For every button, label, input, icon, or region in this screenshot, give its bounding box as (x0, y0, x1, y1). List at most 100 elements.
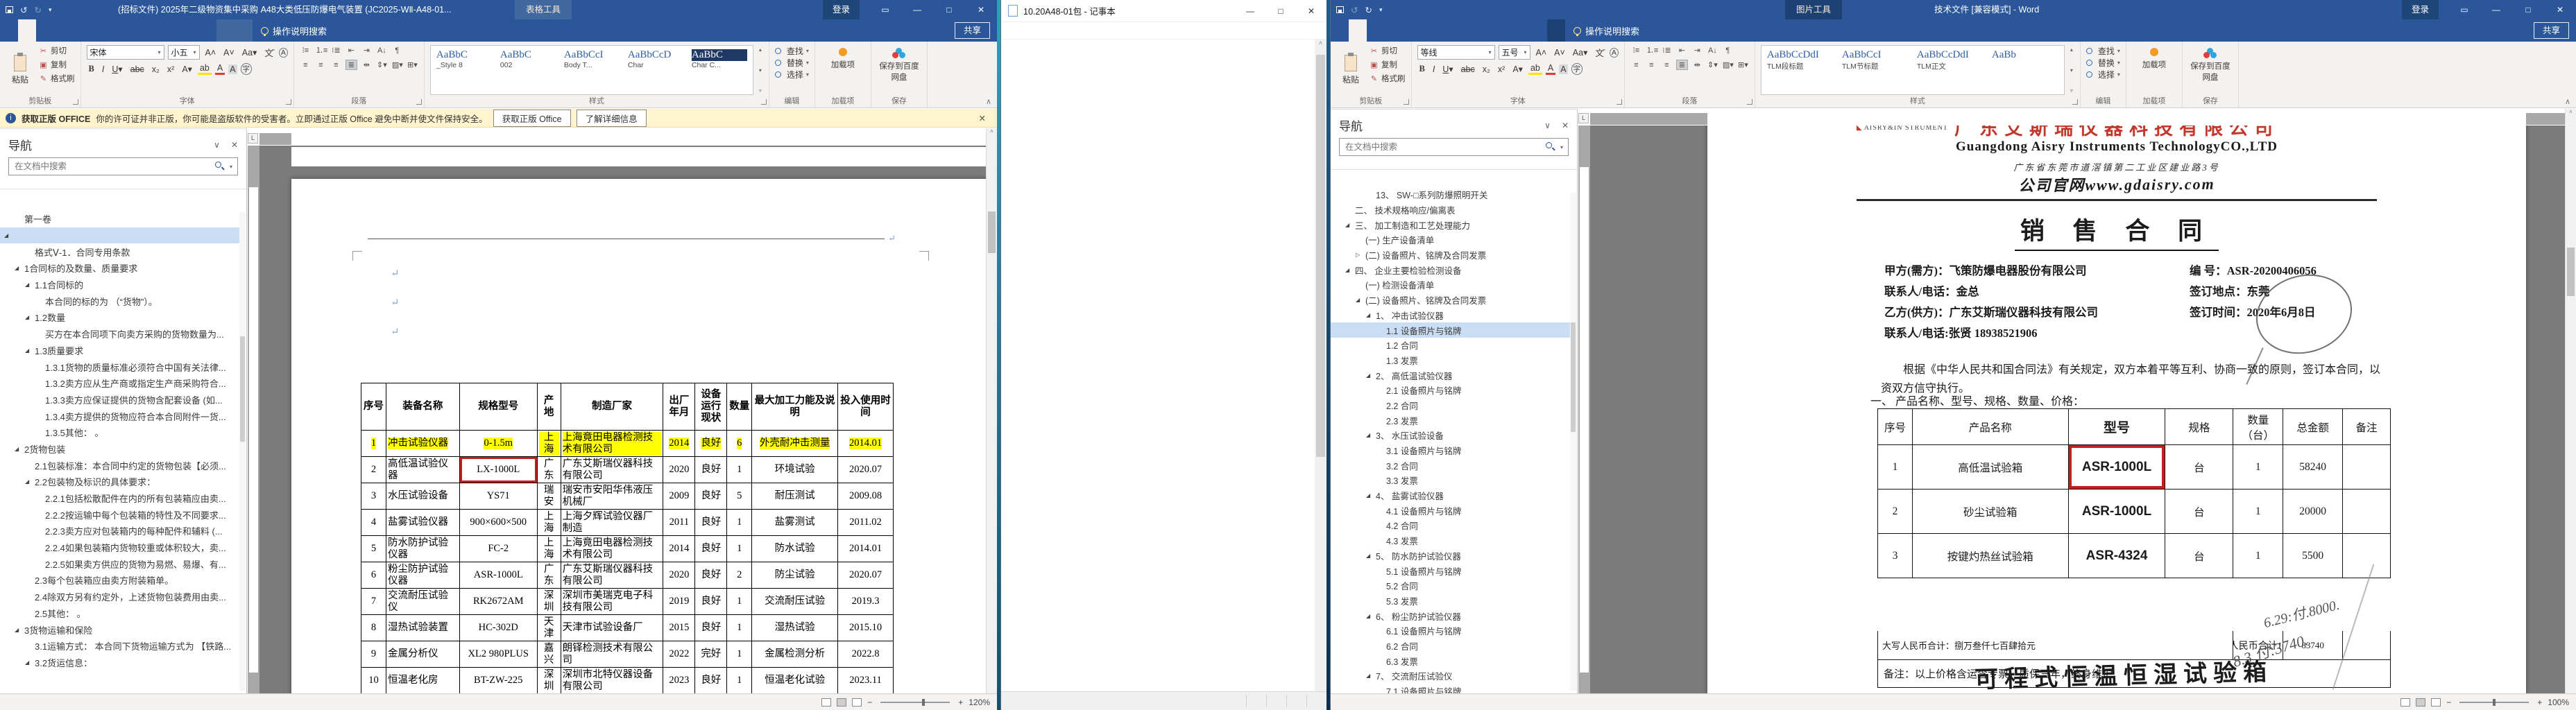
enclose-characters-button[interactable]: 字 (1571, 63, 1583, 75)
web-layout-icon[interactable] (2431, 698, 2441, 707)
ribbon-tab[interactable] (234, 19, 253, 42)
expand-collapse-icon[interactable]: ◢ (1366, 553, 1376, 559)
copy-button[interactable]: ▣ 复制 (39, 59, 75, 70)
minimize-icon[interactable]: — (1235, 0, 1265, 22)
nav-heading-item[interactable]: 1.3.3卖方应保证提供的货物含配套设备 (如... (0, 392, 239, 408)
dialog-launcher-icon[interactable] (72, 99, 78, 105)
nav-heading-item[interactable]: 2.2.4如果包装箱内货物较重或体积较大，卖... (0, 539, 239, 556)
sort-icon[interactable]: A↓ (376, 45, 388, 55)
expand-collapse-icon[interactable]: ◢ (25, 282, 35, 288)
nav-heading-item[interactable]: 1.3.2卖方应从生产商或指定生产商采购符合... (0, 375, 239, 392)
style-chip[interactable]: AaBbCcI Body T... (561, 48, 622, 92)
nav-heading-item[interactable]: 6.3 发票 (1331, 653, 1570, 668)
nav-heading-item[interactable]: ◢ 2.2包装物及标识的具体要求： (0, 474, 239, 490)
expand-collapse-icon[interactable]: ◢ (1366, 372, 1376, 379)
style-chip[interactable]: AaBbCcD Char (625, 48, 686, 92)
nav-heading-item[interactable]: ◢ 3、 水压试验设备 (1331, 428, 1570, 443)
nav-heading-item[interactable]: ◢ 1.1合同标的 (0, 277, 239, 293)
ribbon-tab[interactable] (108, 19, 126, 42)
nav-heading-item[interactable]: (一) 检测设备清单 (1331, 277, 1570, 293)
search-options-icon[interactable]: ▾ (230, 164, 232, 170)
chevron-down-icon[interactable]: ∨ (1544, 121, 1551, 130)
text-effects-button[interactable]: A▾ (1510, 64, 1525, 74)
expand-collapse-icon[interactable]: ◢ (25, 659, 35, 666)
nav-heading-item[interactable]: 2.1包装标准：本合同中约定的货物包装【必须... (0, 457, 239, 474)
justify-icon[interactable]: ≣ (1675, 60, 1688, 70)
print-layout-icon[interactable] (2416, 698, 2426, 707)
nav-heading-item[interactable]: ◢ 2、 高低温试验仪器 (1331, 367, 1570, 383)
style-chip[interactable]: AaBbC Char C... (689, 48, 750, 92)
style-chip[interactable]: AaBbC 002 (497, 48, 558, 92)
nav-heading-item[interactable]: ◢ 4、 盐雾试验仪器 (1331, 488, 1570, 503)
ribbon-tab[interactable] (0, 19, 18, 42)
read-mode-icon[interactable] (2400, 698, 2411, 707)
align-right-icon[interactable]: ≡ (1661, 60, 1673, 70)
paste-button[interactable]: 粘贴 (6, 45, 35, 95)
font-size-combo[interactable]: 五号 ▾ (1498, 45, 1530, 60)
nav-heading-item[interactable]: 7.1 设备照片与铭牌 (1331, 684, 1570, 693)
expand-collapse-icon[interactable]: ◢ (1366, 312, 1376, 318)
minimize-icon[interactable]: — (2480, 0, 2512, 19)
nav-heading-item[interactable]: 2.2.1包括松散配件在内的所有包装箱应由卖... (0, 490, 239, 507)
nav-heading-item[interactable]: 5.2 合同 (1331, 578, 1570, 594)
tab-stop-selector[interactable]: L (248, 133, 258, 144)
decrease-indent-icon[interactable]: ⇤ (346, 45, 357, 55)
maximize-icon[interactable]: □ (1265, 0, 1296, 22)
italic-button[interactable]: I (1431, 64, 1437, 74)
get-genuine-office-button[interactable]: 获取正版 Office (493, 109, 571, 127)
font-size-combo[interactable]: 小五 ▾ (167, 45, 200, 60)
font-color-button[interactable]: A (1545, 63, 1556, 75)
expand-collapse-icon[interactable]: ▷ (1356, 252, 1365, 258)
text-effects-button[interactable]: A▾ (180, 64, 194, 74)
ribbon-tab[interactable] (1349, 19, 1367, 42)
expand-collapse-icon[interactable]: ◢ (1366, 613, 1376, 619)
style-chip[interactable]: AaBbC _Style 8 (434, 48, 495, 92)
expand-collapse-icon[interactable]: ◢ (1366, 492, 1376, 499)
ribbon-tab[interactable] (72, 19, 90, 42)
close-icon[interactable]: ✕ (1296, 0, 1327, 22)
ribbon-tab[interactable] (54, 19, 72, 42)
phonetic-guide-button[interactable]: 文̄ (262, 46, 275, 59)
strikethrough-button[interactable]: abc (128, 64, 146, 74)
style-chip[interactable]: AaBbCcI TLM节标题 (1839, 48, 1911, 92)
shading-icon[interactable]: ▨▾ (391, 60, 403, 70)
notepad-text-area[interactable] (1001, 40, 1315, 691)
underline-button[interactable]: U▾ (1440, 64, 1455, 74)
save-to-pan-button[interactable]: 保存到百度网盘 (877, 45, 921, 95)
nav-heading-item[interactable]: (一) 生产设备清单 (1331, 232, 1570, 248)
share-button[interactable]: 共享 (2533, 22, 2569, 39)
nav-heading-item[interactable]: 3.1运输方式： 本合同下货物运输方式为 【铁路... (0, 638, 239, 655)
copy-button[interactable]: ▣ 复制 (1370, 59, 1406, 70)
close-warning-icon[interactable]: ✕ (973, 113, 991, 123)
expand-collapse-icon[interactable]: ◢ (25, 314, 35, 320)
collapse-ribbon-icon[interactable]: ∧ (2565, 97, 2570, 106)
cut-button[interactable]: ✂ 剪切 (39, 45, 75, 56)
addins-button[interactable]: 加载项 (821, 45, 865, 95)
increase-indent-icon[interactable]: ⇥ (1691, 45, 1703, 55)
grow-font-button[interactable]: A˄ (203, 48, 219, 58)
nav-heading-item[interactable]: 1.1 设备照片与铭牌 (1331, 322, 1570, 338)
zoom-slider[interactable] (2459, 698, 2530, 706)
show-marks-icon[interactable]: ¶ (391, 45, 403, 55)
close-pane-icon[interactable]: ✕ (231, 140, 238, 150)
sign-in-button[interactable]: 登录 (2401, 0, 2439, 19)
nav-heading-item[interactable]: ◢ 3货物运输和保险 (0, 621, 239, 638)
line-spacing-icon[interactable]: ⇕▾ (1707, 60, 1718, 70)
nav-heading-item[interactable]: 2.5其他： 。 (0, 605, 239, 622)
highlight-color-button[interactable]: ab (1528, 63, 1542, 75)
zoom-slider[interactable] (880, 698, 950, 706)
nav-heading-item[interactable]: 5.1 设备照片与铭牌 (1331, 563, 1570, 578)
search-icon[interactable] (215, 162, 221, 168)
ribbon-tab[interactable] (144, 19, 162, 42)
nav-heading-item[interactable]: ◢ 3.2货运信息： (0, 655, 239, 671)
read-mode-icon[interactable] (821, 698, 832, 707)
underline-button[interactable]: U▾ (110, 64, 124, 74)
maximize-icon[interactable]: □ (933, 0, 965, 19)
nav-heading-item[interactable]: 2.3 发票 (1331, 413, 1570, 428)
expand-collapse-icon[interactable]: ◢ (1345, 267, 1355, 273)
tab-stop-selector[interactable]: L (1578, 113, 1589, 123)
expand-collapse-icon[interactable]: ◢ (15, 265, 24, 271)
expand-collapse-icon[interactable]: ◢ (25, 478, 35, 485)
nav-heading-item[interactable]: 2.2.2按运输中每个包装箱的特性及不同要求... (0, 506, 239, 523)
format-painter-button[interactable]: ✎ 格式刷 (1370, 73, 1406, 84)
